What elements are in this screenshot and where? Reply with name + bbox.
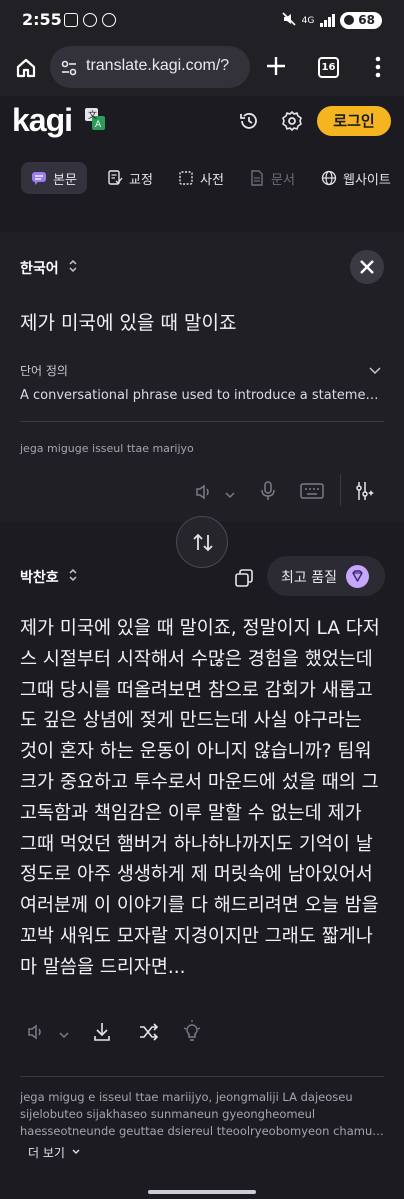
lightbulb-icon[interactable] — [182, 1020, 202, 1048]
mode-tabs: 본문 교정 사전 문서 웹사이트 — [0, 158, 404, 200]
show-more-label: 더 보기 — [28, 1146, 65, 1160]
tab-label: 본문 — [53, 172, 77, 188]
clear-text-button[interactable] — [350, 250, 384, 284]
tab-dictionary[interactable]: 사전 — [168, 162, 234, 194]
screenshot-icon — [64, 13, 78, 27]
quality-selector-button[interactable]: 최고 품질 — [267, 556, 385, 596]
chevron-down-icon[interactable] — [368, 362, 382, 381]
source-language-selector[interactable]: 한국어 — [20, 258, 79, 278]
svg-text:A: A — [95, 120, 102, 130]
document-icon — [249, 170, 265, 186]
settings-gear-icon[interactable] — [281, 110, 303, 136]
swap-icon — [193, 533, 213, 552]
tab-document[interactable]: 문서 — [239, 162, 305, 194]
download-icon[interactable] — [92, 1021, 112, 1047]
keyboard-icon[interactable] — [300, 482, 324, 504]
status-bar: 2:55 4G 68 — [0, 0, 404, 40]
tab-label: 웹사이트 — [343, 172, 391, 188]
new-tab-icon[interactable] — [264, 54, 288, 78]
chevron-down-icon[interactable] — [224, 486, 236, 505]
toolbar-divider — [340, 474, 341, 506]
speaker-icon[interactable] — [26, 1022, 46, 1046]
divider — [20, 421, 384, 422]
source-panel: 한국어 제가 미국에 있을 때 말이죠 단어 정의 A conversation… — [0, 232, 404, 522]
login-button[interactable]: 로그인 — [317, 106, 391, 136]
updown-chevron-icon — [67, 568, 79, 586]
network-label: 4G — [301, 15, 315, 26]
more-menu-icon[interactable] — [370, 54, 386, 80]
mute-icon — [282, 12, 296, 29]
tab-text[interactable]: 본문 — [21, 162, 87, 194]
address-bar[interactable]: translate.kagi.com/? — [50, 46, 250, 88]
globe-icon — [321, 170, 337, 186]
source-romanization: jega miguge isseul ttae marijyo — [20, 442, 194, 455]
updown-chevron-icon — [67, 259, 79, 277]
romanization-line: sijelobuteo sijakhaseo sunmaneun gyeongh… — [20, 1107, 316, 1121]
show-more-button[interactable]: 더 보기 — [28, 1144, 81, 1161]
signal-icon — [320, 14, 335, 27]
home-icon[interactable] — [14, 56, 38, 80]
source-toolbar — [190, 474, 390, 506]
battery-indicator: 68 — [340, 12, 382, 29]
status-right: 4G 68 — [282, 12, 382, 29]
target-language-label: 박찬호 — [20, 570, 59, 586]
translate-badge-icon: 文A — [85, 108, 105, 130]
chevron-down-icon — [71, 1146, 81, 1160]
translation-romanization: jega migug e isseul ttae mariijyo, jeong… — [20, 1089, 384, 1140]
gem-icon — [346, 565, 369, 588]
tab-switcher-button[interactable]: 16 — [318, 57, 339, 78]
chat-icon — [31, 170, 47, 186]
tune-settings-icon[interactable] — [354, 480, 376, 506]
tab-website[interactable]: 웹사이트 — [311, 162, 401, 194]
copy-icon[interactable] — [233, 567, 255, 593]
coffee-icon — [102, 13, 116, 27]
divider — [20, 1076, 384, 1077]
status-time: 2:55 — [22, 10, 62, 29]
tab-label: 문서 — [271, 172, 295, 188]
swap-languages-button[interactable] — [176, 516, 228, 568]
source-text-input[interactable]: 제가 미국에 있을 때 말이죠 — [20, 308, 236, 335]
browser-toolbar: translate.kagi.com/? 16 — [0, 40, 404, 96]
target-language-selector[interactable]: 박찬호 — [20, 567, 79, 587]
tab-label: 교정 — [129, 172, 153, 188]
romanization-line: jega migug e isseul ttae mariijyo, jeong… — [20, 1090, 353, 1104]
app-header: kagi 文A 로그인 — [0, 96, 404, 150]
speaker-icon[interactable] — [194, 482, 214, 506]
definition-text: A conversational phrase used to introduc… — [20, 388, 384, 403]
shuffle-icon[interactable] — [138, 1022, 160, 1046]
romanization-line: haesseotneunde geuttae dsiereul tteoolry… — [20, 1124, 384, 1138]
chevron-down-icon[interactable] — [58, 1026, 70, 1045]
history-icon[interactable] — [238, 110, 260, 136]
close-icon — [360, 260, 374, 274]
site-settings-icon[interactable] — [60, 59, 78, 81]
translation-output: 제가 미국에 있을 때 말이죠, 정말이지 LA 다저스 시절부터 시작해서 수… — [20, 618, 380, 978]
proofread-icon — [107, 170, 123, 186]
notification-icons — [64, 13, 116, 27]
book-icon — [178, 170, 194, 186]
url-text: translate.kagi.com/? — [86, 57, 230, 74]
microphone-icon[interactable] — [258, 480, 278, 506]
quality-label: 최고 품질 — [281, 570, 337, 586]
kagi-logo[interactable]: kagi — [12, 102, 73, 139]
check-circle-icon — [83, 13, 97, 27]
translation-toolbar — [26, 1018, 216, 1046]
source-language-label: 한국어 — [20, 261, 59, 277]
home-indicator[interactable] — [148, 1190, 256, 1194]
definition-label: 단어 정의 — [20, 364, 68, 378]
tab-proofread[interactable]: 교정 — [97, 162, 163, 194]
tab-label: 사전 — [200, 172, 224, 188]
